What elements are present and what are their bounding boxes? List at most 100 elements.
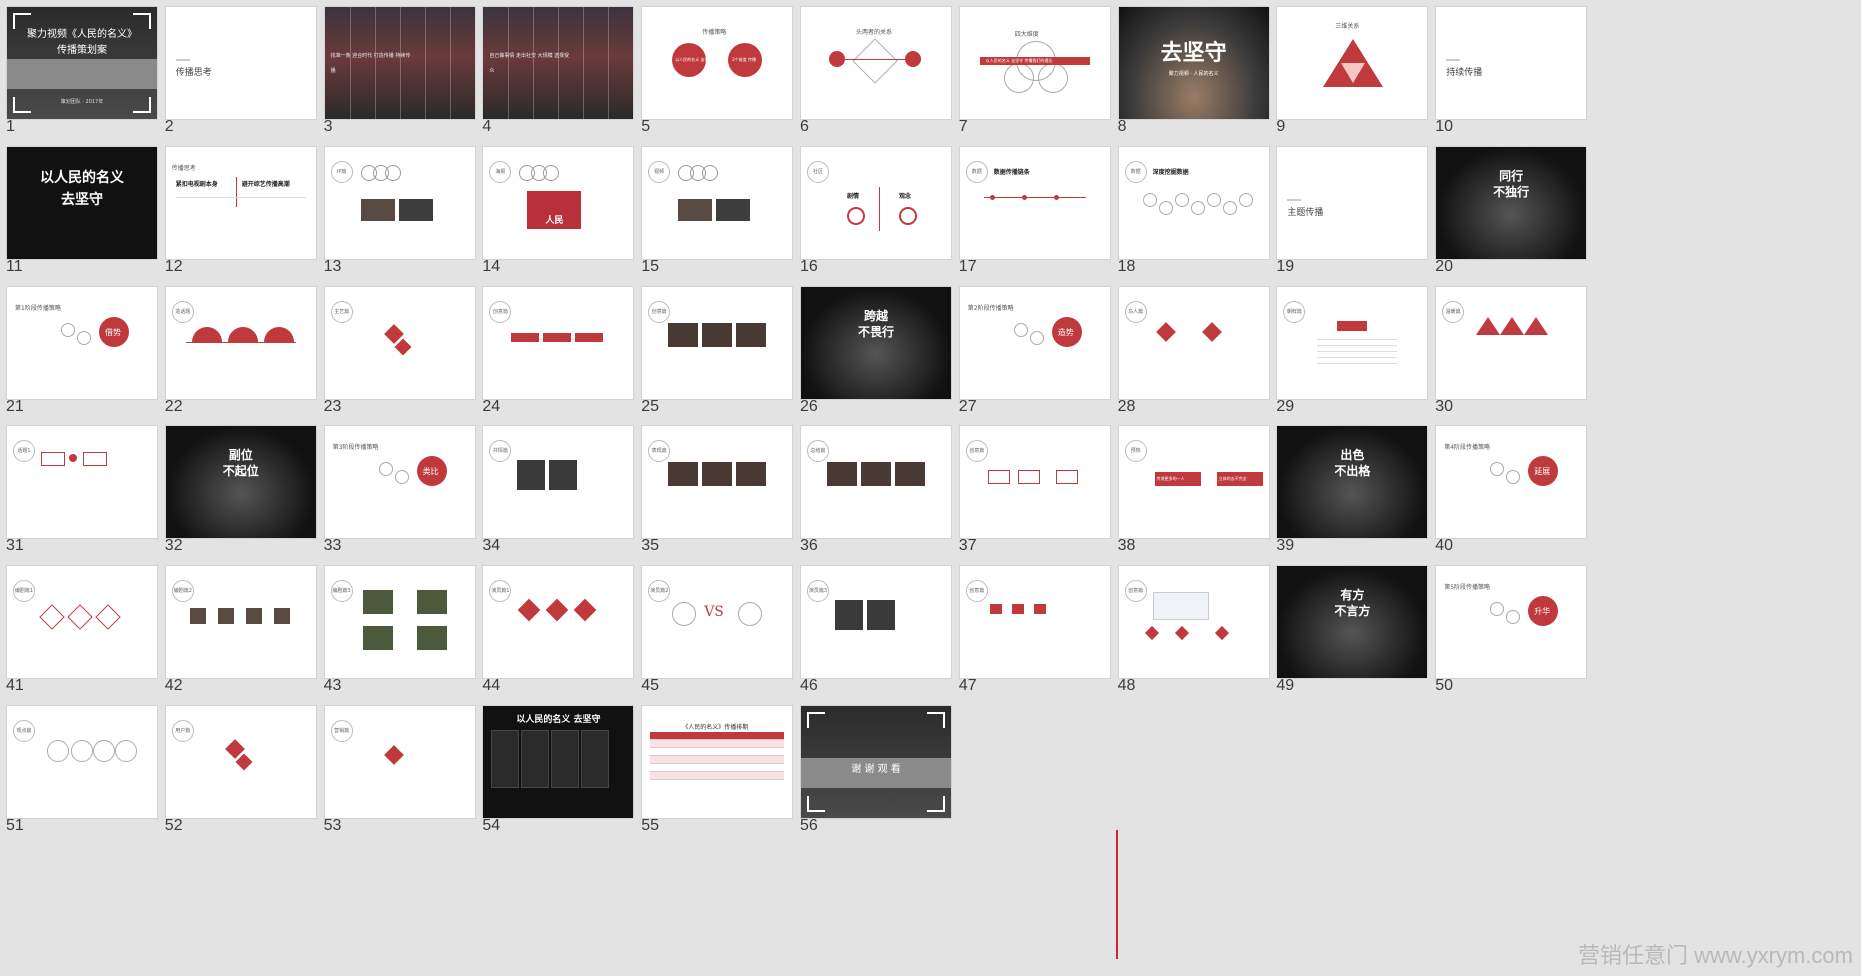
slide-preview[interactable]: 编剧篇1 [6, 565, 158, 680]
slide-thumbnail[interactable]: 三维关系 9 [1270, 0, 1429, 145]
slide-preview[interactable]: 演员篇1 [482, 565, 635, 680]
slide-preview[interactable]: 持续传播 [1435, 6, 1588, 120]
slide-thumbnail[interactable]: 谢 谢 观 看 56 [794, 699, 952, 844]
slide-preview[interactable]: 传播策略 以人民的名义 去坚守 2个维度 传播 [641, 6, 794, 120]
slide-preview[interactable]: 第5阶段传播策略 升华 [1435, 565, 1588, 680]
slide-preview[interactable]: 总结篇 [800, 425, 952, 540]
slide-preview[interactable]: 主题传播 [1276, 145, 1429, 260]
slide-preview[interactable]: 传播思考 [164, 6, 317, 120]
slide-preview[interactable]: 编剧篇2 [164, 565, 317, 680]
slide-preview[interactable]: 观点篇 [6, 705, 158, 819]
slide-thumbnail[interactable]: 同行 不独行 20 [1429, 140, 1588, 285]
slide-thumbnail[interactable]: 第3阶段传播策略 类比 33 [318, 419, 476, 564]
slide-thumbnail[interactable]: 话题1 31 [0, 419, 158, 564]
slide-thumbnail[interactable]: 创意篇 37 [953, 419, 1111, 564]
slide-thumbnail[interactable]: 编剧篇2 42 [159, 559, 317, 704]
slide-thumbnail[interactable]: 第4阶段传播策略 延展 40 [1429, 419, 1588, 564]
slide-preview[interactable]: 同行 不独行 [1435, 145, 1588, 260]
slide-thumbnail[interactable]: 朝鲜篇 29 [1270, 280, 1429, 425]
slide-preview[interactable]: 演员篇3 [800, 565, 952, 680]
slide-thumbnail[interactable]: 温暖篇 30 [1429, 280, 1588, 425]
slide-preview[interactable]: 编剧篇3 [323, 565, 476, 680]
slide-thumbnail[interactable]: 共情篇 34 [476, 419, 635, 564]
slide-preview[interactable]: 数据 数据传播链条 [958, 145, 1111, 260]
slide-thumbnail[interactable]: 社区 剧情 观念 16 [794, 140, 952, 285]
slide-preview[interactable]: 海报 人民 [482, 145, 635, 260]
slide-thumbnail[interactable]: 自己做事情 走出社交 大规模 选择受众 4 [476, 0, 635, 145]
slide-preview[interactable]: 创意篇 [958, 565, 1111, 680]
slide-preview[interactable]: 跨越 不畏行 [800, 285, 952, 400]
slide-thumbnail[interactable]: 第2阶段传播策略 造势 27 [953, 280, 1111, 425]
slide-preview[interactable]: 出色 不出格 [1276, 425, 1429, 540]
slide-preview[interactable]: 聚力视频《人民的名义》 传播策划案 策划团队 · 2017年 [6, 6, 158, 120]
slide-thumbnail[interactable]: 以人民的名义 去坚守 11 [0, 140, 158, 285]
slide-thumbnail[interactable]: 营销篇 53 [318, 699, 476, 844]
slide-preview[interactable]: 共情篇 [482, 425, 635, 540]
slide-thumbnail[interactable]: 有方 不言方 49 [1270, 559, 1429, 704]
slide-preview[interactable]: 创意篇 [641, 285, 794, 400]
slide-thumbnail[interactable]: 传播策略 以人民的名义 去坚守 2个维度 传播 5 [635, 0, 794, 145]
slide-preview[interactable]: 三维关系 [1276, 6, 1429, 120]
slide-thumbnail[interactable]: 以人民的名义 去坚守 54 [476, 699, 635, 844]
slide-preview[interactable]: 创意篇 [482, 285, 635, 400]
slide-preview[interactable]: 第1阶段传播策略 借势 [6, 285, 158, 400]
slide-preview[interactable]: 副位 不起位 [164, 425, 317, 540]
slide-thumbnail[interactable]: 传播思考 紧扣电视剧本身 避开综艺传播高潮 12 [159, 140, 317, 285]
slide-preview[interactable]: 演员篇2 VS [641, 565, 794, 680]
slide-thumbnail[interactable]: 用户篇 52 [159, 699, 317, 844]
slide-thumbnail[interactable]: 跨越 不畏行 26 [794, 280, 952, 425]
slide-thumbnail[interactable]: 演员篇2 VS 45 [635, 559, 794, 704]
slide-preview[interactable]: 四大维度 以人民的名义 去坚守 传播我们的理念 [958, 6, 1111, 120]
slide-preview[interactable]: 表现篇 [641, 425, 794, 540]
slide-preview[interactable]: 头两者的关系 [800, 6, 952, 120]
slide-preview[interactable]: 创意篇 [958, 425, 1111, 540]
slide-preview[interactable]: 第4阶段传播策略 延展 [1435, 425, 1588, 540]
slide-thumbnail[interactable]: 持续传播 10 [1429, 0, 1588, 145]
slide-preview[interactable]: 预热 传递更多的一人 立体的去不完全 [1117, 425, 1270, 540]
slide-preview[interactable]: 以人民的名义 去坚守 [6, 145, 158, 260]
slide-preview[interactable]: IP篇 [323, 145, 476, 260]
slide-thumbnail[interactable]: 聚力视频《人民的名义》 传播策划案 策划团队 · 2017年 1 [0, 0, 158, 145]
slide-thumbnail[interactable]: 表现篇 35 [635, 419, 794, 564]
slide-thumbnail[interactable]: 造话题 22 [159, 280, 317, 425]
slide-thumbnail[interactable]: 《人民的名义》传播排期 55 [635, 699, 794, 844]
slide-thumbnail[interactable]: 创意篇 25 [635, 280, 794, 425]
slide-preview[interactable]: 朝鲜篇 [1276, 285, 1429, 400]
slide-thumbnail[interactable]: 四大维度 以人民的名义 去坚守 传播我们的理念 7 [953, 0, 1111, 145]
slide-thumbnail[interactable]: 第5阶段传播策略 升华 50 [1429, 559, 1588, 704]
slide-thumbnail[interactable]: 演员篇3 46 [794, 559, 952, 704]
slide-thumbnail[interactable]: 传播思考 2 [159, 0, 317, 145]
slide-preview[interactable]: 社区 剧情 观念 [800, 145, 952, 260]
slide-preview[interactable]: 谢 谢 观 看 [800, 705, 952, 819]
slide-preview[interactable]: 自己做事情 走出社交 大规模 选择受众 [482, 6, 635, 120]
slide-preview[interactable]: 视频 [641, 145, 794, 260]
slide-thumbnail[interactable]: 编剧篇1 41 [0, 559, 158, 704]
slide-thumbnail[interactable]: IP篇 13 [318, 140, 476, 285]
slide-preview[interactable]: 数据 深度挖掘数据 [1117, 145, 1270, 260]
slide-preview[interactable]: 用户篇 [164, 705, 317, 819]
slide-preview[interactable]: 《人民的名义》传播排期 [641, 705, 794, 819]
slide-thumbnail[interactable]: 创意篇 24 [476, 280, 635, 425]
slide-preview[interactable]: 去坚守 聚力视频 · 人民的名义 [1117, 6, 1270, 120]
slide-preview[interactable]: 以人民的名义 去坚守 [482, 705, 635, 819]
slide-thumbnail[interactable]: 头两者的关系 6 [794, 0, 952, 145]
slide-thumbnail[interactable]: 第1阶段传播策略 借势 21 [0, 280, 158, 425]
slide-thumbnail[interactable]: 观点篇 51 [0, 699, 158, 844]
slide-thumbnail[interactable]: 海报 人民 14 [476, 140, 635, 285]
slide-preview[interactable]: 主艺篇 [323, 285, 476, 400]
slide-thumbnail[interactable]: 鸟人篇 28 [1112, 280, 1270, 425]
slide-thumbnail[interactable]: 创意篇 47 [953, 559, 1111, 704]
slide-thumbnail[interactable]: 主题传播 19 [1270, 140, 1429, 285]
slide-preview[interactable]: 有方 不言方 [1276, 565, 1429, 680]
slide-thumbnail[interactable]: 去坚守 聚力视频 · 人民的名义 8 [1112, 0, 1270, 145]
slide-preview[interactable]: 传播思考 紧扣电视剧本身 避开综艺传播高潮 [164, 145, 317, 260]
slide-preview[interactable]: 鸟人篇 [1117, 285, 1270, 400]
slide-thumbnail[interactable]: 找准一条 迎合时代 打造传播 持续传播 3 [318, 0, 476, 145]
slide-preview[interactable]: 营销篇 [323, 705, 476, 819]
slide-thumbnail[interactable]: 副位 不起位 32 [159, 419, 317, 564]
slide-preview[interactable]: 话题1 [6, 425, 158, 540]
slide-thumbnail[interactable]: 出色 不出格 39 [1270, 419, 1429, 564]
slide-preview[interactable]: 找准一条 迎合时代 打造传播 持续传播 [323, 6, 476, 120]
slide-thumbnail[interactable]: 编剧篇3 43 [318, 559, 476, 704]
slide-thumbnail[interactable]: 视频 15 [635, 140, 794, 285]
